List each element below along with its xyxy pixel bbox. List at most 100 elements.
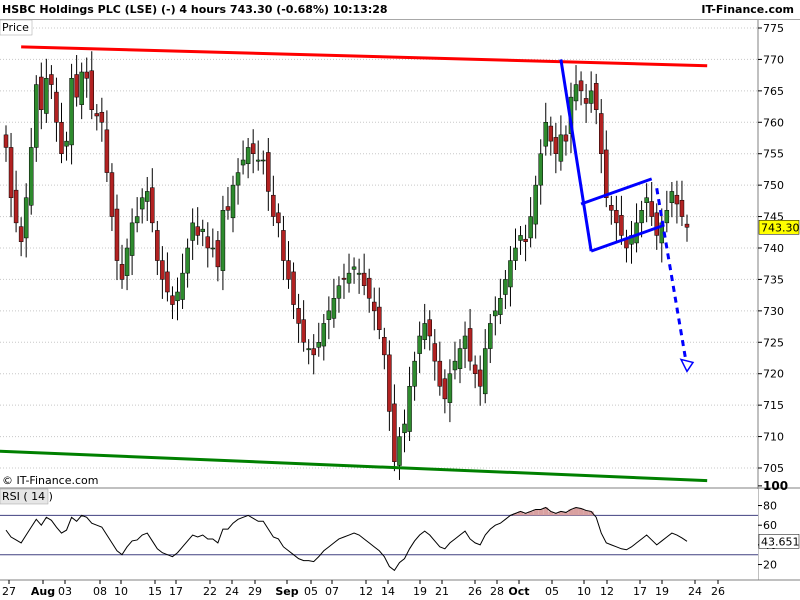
rsi-panel[interactable] bbox=[0, 489, 758, 580]
candle-body bbox=[604, 149, 609, 198]
candle-body bbox=[28, 147, 34, 206]
price-tick-label: 760 bbox=[763, 116, 784, 129]
candle-body bbox=[588, 90, 594, 104]
candle-body bbox=[366, 277, 372, 299]
candle-body bbox=[382, 337, 387, 356]
candle-body bbox=[250, 143, 256, 154]
candle-body bbox=[488, 323, 493, 349]
candle-body bbox=[614, 210, 619, 224]
candle-body bbox=[513, 247, 518, 261]
candle-body bbox=[639, 210, 644, 224]
time-tick-label: Aug bbox=[31, 585, 55, 598]
candle-body bbox=[462, 335, 468, 349]
time-tick-label: 24 bbox=[225, 585, 239, 598]
candle-body bbox=[548, 125, 554, 142]
candle-body bbox=[472, 364, 478, 374]
chart-window: 705 710 715 720 725 730 735 740 745 750 755 760 765 7… bbox=[0, 0, 800, 600]
time-tick-label: 10 bbox=[114, 585, 128, 598]
candle-body bbox=[94, 113, 100, 117]
candle-body bbox=[417, 335, 422, 354]
candle-body bbox=[533, 184, 538, 225]
candle-body bbox=[139, 197, 145, 210]
candle-body bbox=[407, 386, 412, 432]
candle-body bbox=[452, 360, 458, 371]
candle-body bbox=[321, 323, 327, 347]
candle-body bbox=[291, 271, 296, 305]
candle-body bbox=[286, 260, 291, 280]
rsi-overbought-fill bbox=[538, 509, 544, 516]
time-tick-label: 03 bbox=[58, 585, 72, 598]
candle-body bbox=[326, 310, 332, 320]
price-panel[interactable] bbox=[0, 20, 800, 489]
candle-body bbox=[8, 147, 14, 198]
candle-body bbox=[669, 191, 675, 203]
candle-body bbox=[437, 360, 443, 387]
candle-body bbox=[493, 310, 498, 317]
candle-body bbox=[261, 159, 266, 162]
rsi-axis: 2040608010043.651 bbox=[758, 479, 800, 572]
time-tick-label: 07 bbox=[325, 585, 339, 598]
time-tick-label: 17 bbox=[169, 585, 183, 598]
candle-body bbox=[54, 91, 59, 123]
candle-body bbox=[482, 348, 488, 395]
rsi-panel-bg bbox=[0, 489, 758, 580]
candle-body bbox=[13, 189, 19, 224]
price-tick-label: 705 bbox=[763, 462, 784, 475]
time-tick-label: 12 bbox=[359, 585, 373, 598]
price-tick-label: 770 bbox=[763, 53, 784, 66]
candle-body bbox=[114, 208, 120, 261]
chart-title: HSBC Holdings PLC (LSE) (-) 4 hours 743.… bbox=[2, 3, 388, 16]
candle-body bbox=[3, 134, 9, 148]
price-tick-label: 715 bbox=[763, 399, 784, 412]
candle-body bbox=[442, 378, 448, 400]
chart-canvas[interactable]: 7057107157207257307357407457507557607657… bbox=[0, 0, 800, 600]
candle-body bbox=[684, 223, 690, 228]
time-tick-label: 24 bbox=[688, 585, 702, 598]
candle-body bbox=[84, 71, 89, 79]
rsi-panel-label: RSI ( 14 ) bbox=[2, 490, 53, 503]
candle-body bbox=[563, 134, 569, 142]
candle-body bbox=[498, 298, 503, 315]
candle-body bbox=[89, 70, 95, 110]
candle-body bbox=[387, 354, 392, 412]
candle-body bbox=[59, 122, 64, 154]
candle-body bbox=[240, 159, 246, 166]
candle-body bbox=[543, 122, 549, 147]
time-tick-label: 19 bbox=[413, 585, 427, 598]
candle-body bbox=[104, 129, 110, 173]
candle-body bbox=[296, 308, 301, 324]
time-tick-label: Oct bbox=[508, 585, 529, 598]
price-panel-label: Price bbox=[2, 21, 29, 34]
rsi-last-label: 43.651 bbox=[761, 535, 800, 548]
watermark: © IT-Finance.com bbox=[2, 474, 99, 487]
candle-body bbox=[553, 137, 559, 154]
candle-body bbox=[457, 348, 463, 369]
candle-body bbox=[124, 247, 130, 276]
candle-body bbox=[361, 272, 367, 286]
time-tick-label: 10 bbox=[577, 585, 591, 598]
candle-body bbox=[255, 159, 261, 162]
price-tick-label: 730 bbox=[763, 305, 784, 318]
candle-body bbox=[422, 323, 427, 341]
price-tick-label: 725 bbox=[763, 336, 784, 349]
time-tick-label: 22 bbox=[203, 585, 217, 598]
time-tick-label: 29 bbox=[248, 585, 262, 598]
candle-body bbox=[523, 238, 528, 242]
candle-body bbox=[679, 199, 685, 217]
candle-body bbox=[281, 230, 286, 261]
price-tick-label: 750 bbox=[763, 179, 784, 192]
candle-body bbox=[306, 348, 311, 351]
time-tick-label: 19 bbox=[655, 585, 669, 598]
candle-body bbox=[155, 230, 160, 261]
candle-body bbox=[129, 222, 135, 256]
time-tick-label: 08 bbox=[93, 585, 107, 598]
price-tick-label: 735 bbox=[763, 273, 784, 286]
candle-body bbox=[392, 403, 397, 462]
candle-body bbox=[225, 206, 231, 211]
candle-body bbox=[150, 187, 155, 224]
candle-body bbox=[34, 84, 39, 148]
candle-body bbox=[230, 184, 236, 219]
candle-body bbox=[301, 319, 306, 343]
candle-body bbox=[79, 71, 84, 105]
candle-body bbox=[109, 172, 115, 217]
